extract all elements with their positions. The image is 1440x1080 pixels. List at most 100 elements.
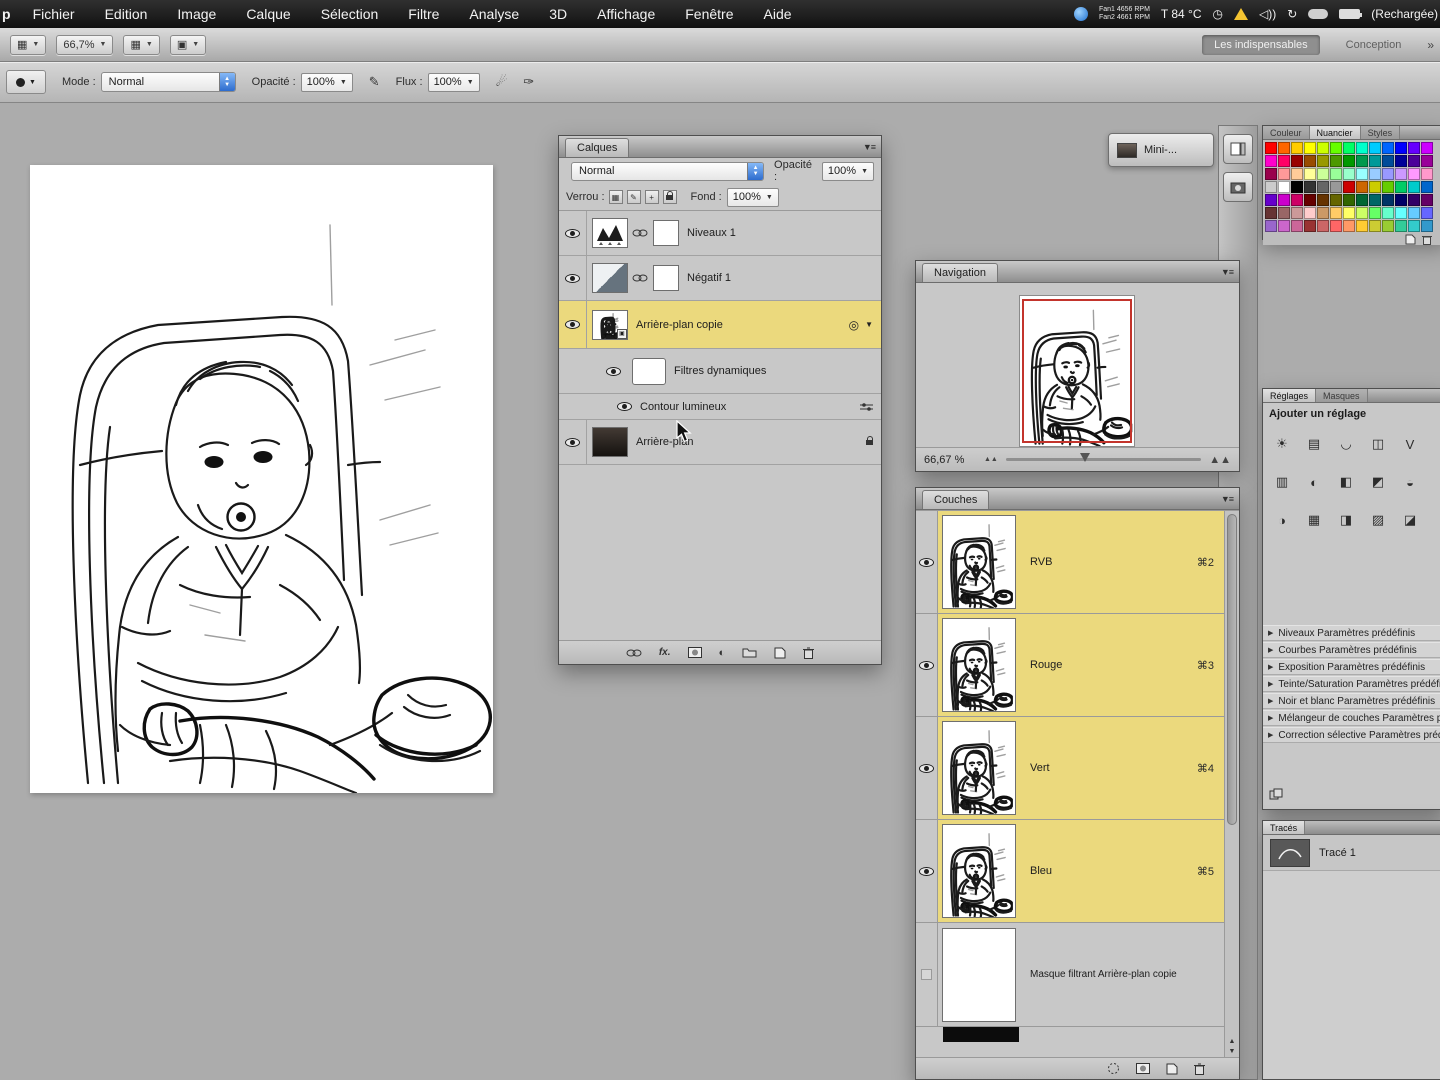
menu-item[interactable]: Fenêtre (685, 6, 733, 22)
color-swatch[interactable] (1291, 155, 1303, 167)
color-swatch[interactable] (1278, 181, 1290, 193)
channel-row-rouge[interactable]: Rouge ⌘3 (916, 614, 1224, 717)
trash-icon[interactable] (803, 647, 815, 659)
visibility-toggle[interactable] (559, 301, 587, 348)
menu-item[interactable]: Sélection (321, 6, 379, 22)
color-swatch[interactable] (1317, 155, 1329, 167)
navigator-panel-header[interactable]: Navigation ▼≡ (916, 261, 1239, 283)
tab-navigation[interactable]: Navigation (922, 263, 998, 282)
menu-item[interactable]: Analyse (469, 6, 519, 22)
color-swatch[interactable] (1343, 220, 1355, 232)
menu-item[interactable]: Calque (246, 6, 290, 22)
fan-app-icon[interactable] (1073, 7, 1088, 21)
color-swatch[interactable] (1395, 220, 1407, 232)
color-swatch[interactable] (1278, 168, 1290, 180)
color-swatch[interactable] (1304, 207, 1316, 219)
adjustment-preset-row[interactable]: Mélangeur de couches Paramètres prédéfin… (1263, 710, 1440, 726)
color-swatch[interactable] (1317, 181, 1329, 193)
filter-mask-thumbnail[interactable] (942, 927, 1016, 1022)
color-swatch[interactable] (1356, 142, 1368, 154)
channels-panel-header[interactable]: Couches ▼≡ (916, 488, 1239, 510)
new-swatch-icon[interactable] (1405, 234, 1416, 245)
visibility-toggle[interactable] (916, 511, 938, 613)
tab-calques[interactable]: Calques (565, 138, 630, 157)
app-menu-partial[interactable]: p (2, 6, 11, 22)
channel-row-masque-filtrant[interactable]: Masque filtrant Arrière-plan copie (916, 923, 1224, 1027)
layer-style-icon[interactable]: fx. (659, 647, 671, 658)
launch-bridge-button[interactable]: ▦ ▼ (10, 34, 47, 55)
color-swatch[interactable] (1356, 181, 1368, 193)
color-swatch[interactable] (1382, 155, 1394, 167)
color-swatch[interactable] (1421, 194, 1433, 206)
battery-icon[interactable] (1339, 9, 1363, 19)
add-mask-icon[interactable] (687, 647, 702, 658)
filter-mask-thumbnail[interactable] (632, 357, 666, 385)
adjustment-icon[interactable]: ◧ (1333, 472, 1359, 492)
tab-styles[interactable]: Styles (1360, 126, 1401, 139)
layer-mask-thumbnail[interactable] (653, 265, 679, 291)
color-swatch[interactable] (1291, 220, 1303, 232)
flow-input[interactable]: 100% ▼ (427, 72, 480, 92)
adjustment-icon[interactable]: ▦ (1301, 510, 1327, 530)
visibility-toggle[interactable] (916, 820, 938, 922)
arrange-documents-button[interactable]: ▦ ▼ (123, 34, 160, 55)
adjustment-preset-row[interactable]: Teinte/Saturation Paramètres prédéfinis (1263, 676, 1440, 692)
color-swatch[interactable] (1408, 181, 1420, 193)
color-swatch[interactable] (1356, 155, 1368, 167)
color-swatch[interactable] (1278, 194, 1290, 206)
color-swatch[interactable] (1382, 142, 1394, 154)
color-swatch[interactable] (1382, 194, 1394, 206)
layers-panel-header[interactable]: Calques ▼≡ (559, 136, 881, 158)
menu-item[interactable]: Filtre (408, 6, 439, 22)
tab-masques[interactable]: Masques (1316, 389, 1368, 402)
tablet-pressure-icon[interactable]: ✎ (369, 74, 380, 90)
channels-scrollbar[interactable]: ▲ ▼ (1224, 511, 1239, 1057)
color-swatch[interactable] (1408, 168, 1420, 180)
color-swatch[interactable] (1369, 155, 1381, 167)
blend-mode-select[interactable]: Normal ▲ ▼ (100, 72, 236, 92)
color-swatch[interactable] (1330, 207, 1342, 219)
menu-item[interactable]: Affichage (597, 6, 655, 22)
color-swatch[interactable] (1408, 207, 1420, 219)
adjustment-preset-row[interactable]: Noir et blanc Paramètres prédéfinis (1263, 693, 1440, 709)
visibility-toggle[interactable] (599, 349, 627, 393)
color-swatch[interactable] (1369, 142, 1381, 154)
color-swatch[interactable] (1343, 168, 1355, 180)
color-swatch[interactable] (1278, 142, 1290, 154)
color-swatch[interactable] (1304, 181, 1316, 193)
layer-thumbnail[interactable]: ▣ (592, 309, 628, 340)
color-swatch[interactable] (1369, 207, 1381, 219)
adjustment-icon[interactable]: ◑ (1269, 510, 1295, 530)
invert-layer-thumbnail[interactable] (592, 263, 628, 293)
color-swatch[interactable] (1291, 207, 1303, 219)
channel-thumbnail[interactable] (942, 824, 1016, 918)
color-swatch[interactable] (1330, 194, 1342, 206)
color-swatch[interactable] (1330, 142, 1342, 154)
opacity-input[interactable]: 100% ▼ (300, 72, 353, 92)
color-swatch[interactable] (1265, 194, 1277, 206)
color-swatch[interactable] (1317, 168, 1329, 180)
lock-transparency-icon[interactable]: ▦ (608, 190, 623, 204)
color-swatch[interactable] (1408, 220, 1420, 232)
adjustment-icon[interactable]: ◡ (1333, 434, 1359, 454)
color-swatch[interactable] (1343, 207, 1355, 219)
color-swatch[interactable] (1278, 220, 1290, 232)
color-swatch[interactable] (1356, 220, 1368, 232)
eye-icon[interactable] (617, 402, 632, 411)
workspace-essentials-button[interactable]: Les indispensables (1202, 34, 1320, 55)
color-swatch[interactable] (1382, 220, 1394, 232)
color-swatch[interactable] (1421, 207, 1433, 219)
color-swatch[interactable] (1304, 220, 1316, 232)
adjustment-icon[interactable]: ◒ (1397, 472, 1423, 492)
color-swatch[interactable] (1356, 194, 1368, 206)
channel-thumbnail[interactable] (942, 721, 1016, 815)
trash-icon[interactable] (1422, 234, 1432, 245)
channel-row-rvb[interactable]: RVB ⌘2 (916, 511, 1224, 614)
clock-icon[interactable]: ◷ (1213, 7, 1223, 21)
new-layer-icon[interactable] (774, 647, 786, 659)
color-swatch[interactable] (1395, 168, 1407, 180)
layer-blend-mode-select[interactable]: Normal ▲ ▼ (571, 161, 765, 181)
layer-row-filtres-dynamiques[interactable]: Filtres dynamiques (559, 349, 881, 394)
color-swatch[interactable] (1291, 181, 1303, 193)
color-swatch[interactable] (1330, 220, 1342, 232)
